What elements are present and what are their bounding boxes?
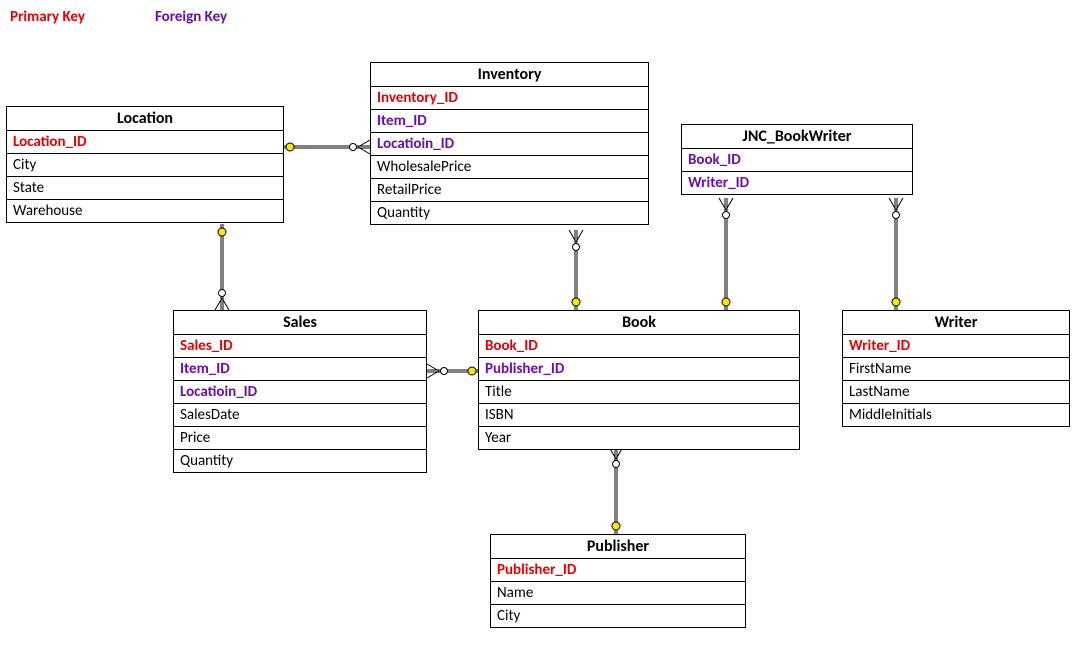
entity-jnc-bookwriter: JNC_BookWriter Book_ID Writer_ID	[681, 124, 913, 195]
field-item-id: Item_ID	[174, 358, 426, 381]
entity-sales: Sales Sales_ID Item_ID Locatioin_ID Sale…	[173, 310, 427, 473]
field-city: City	[491, 605, 745, 627]
field-quantity: Quantity	[174, 450, 426, 472]
field-name: Name	[491, 582, 745, 605]
field-item-id: Item_ID	[371, 110, 648, 133]
field-state: State	[7, 177, 283, 200]
field-firstname: FirstName	[843, 358, 1069, 381]
field-book-id: Book_ID	[682, 149, 912, 172]
rel-location-sales	[215, 224, 229, 310]
field-location-id: Location_ID	[7, 131, 283, 154]
rel-sales-book	[427, 364, 478, 378]
entity-title: Inventory	[371, 63, 648, 87]
field-city: City	[7, 154, 283, 177]
field-book-id: Book_ID	[479, 335, 799, 358]
rel-location-inventory	[284, 140, 370, 154]
field-writer-id: Writer_ID	[843, 335, 1069, 358]
entity-book: Book Book_ID Publisher_ID Title ISBN Yea…	[478, 310, 800, 450]
rel-inventory-book	[569, 230, 583, 310]
field-sales-id: Sales_ID	[174, 335, 426, 358]
field-salesdate: SalesDate	[174, 404, 426, 427]
field-isbn: ISBN	[479, 404, 799, 427]
field-quantity: Quantity	[371, 202, 648, 224]
entity-location: Location Location_ID City State Warehous…	[6, 106, 284, 223]
field-price: Price	[174, 427, 426, 450]
rel-writer-jnc	[889, 198, 903, 310]
field-publisher-id: Publisher_ID	[479, 358, 799, 381]
field-middleinitials: MiddleInitials	[843, 404, 1069, 426]
field-inventory-id: Inventory_ID	[371, 87, 648, 110]
entity-title: Book	[479, 311, 799, 335]
field-location-id: Locatioin_ID	[371, 133, 648, 156]
field-retailprice: RetailPrice	[371, 179, 648, 202]
entity-publisher: Publisher Publisher_ID Name City	[490, 534, 746, 628]
entity-title: Location	[7, 107, 283, 131]
rel-book-jnc	[719, 198, 733, 310]
field-lastname: LastName	[843, 381, 1069, 404]
field-publisher-id: Publisher_ID	[491, 559, 745, 582]
entity-title: JNC_BookWriter	[682, 125, 912, 149]
field-writer-id: Writer_ID	[682, 172, 912, 194]
field-location-id: Locatioin_ID	[174, 381, 426, 404]
entity-title: Publisher	[491, 535, 745, 559]
rel-book-publisher	[609, 447, 623, 534]
field-year: Year	[479, 427, 799, 449]
field-wholesaleprice: WholesalePrice	[371, 156, 648, 179]
entity-title: Sales	[174, 311, 426, 335]
field-warehouse: Warehouse	[7, 200, 283, 222]
entity-writer: Writer Writer_ID FirstName LastName Midd…	[842, 310, 1070, 427]
entity-inventory: Inventory Inventory_ID Item_ID Locatioin…	[370, 62, 649, 225]
field-title: Title	[479, 381, 799, 404]
entity-title: Writer	[843, 311, 1069, 335]
